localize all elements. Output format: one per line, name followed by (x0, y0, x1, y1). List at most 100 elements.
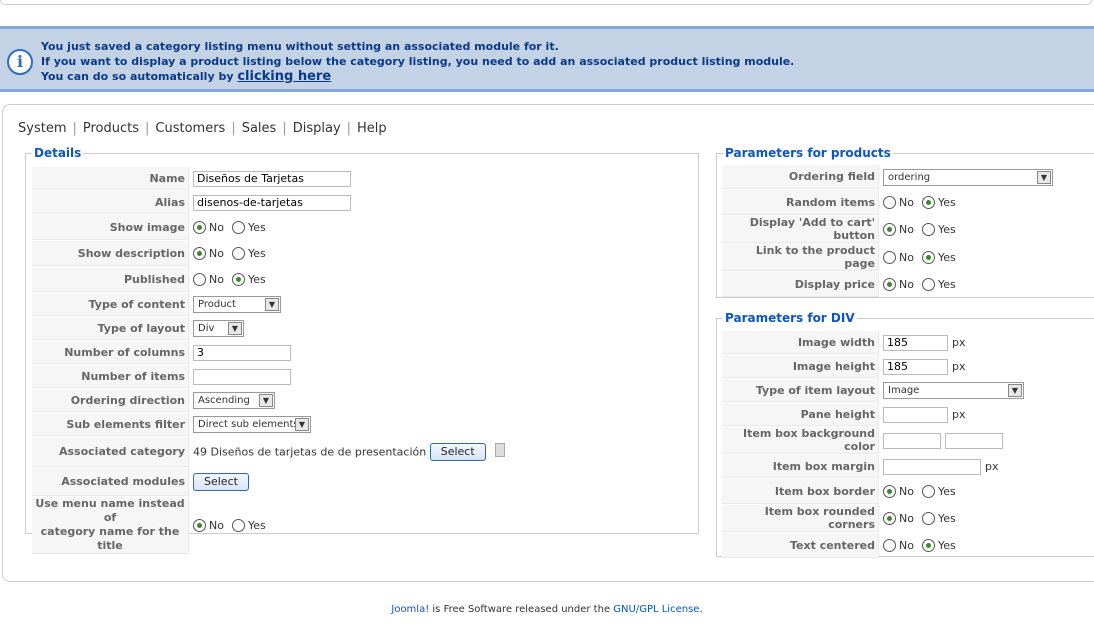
name-input[interactable] (193, 170, 351, 187)
ordering-dir-select[interactable]: Ascending ▼ (193, 392, 275, 409)
chevron-down-icon: ▼ (295, 418, 309, 431)
radio-label: No (899, 485, 914, 499)
item-layout-label: Type of item layout (722, 379, 879, 402)
px-unit: px (952, 359, 966, 373)
type-content-select[interactable]: Product ▼ (193, 296, 281, 313)
radio-label: No (899, 196, 914, 210)
text-centered-label: Text centered (722, 533, 879, 558)
text-centered-no-radio[interactable] (883, 539, 896, 553)
bg-color-input-1[interactable] (883, 432, 941, 449)
ordering-field-select[interactable]: ordering ▼ (883, 168, 1053, 186)
show-image-no-radio[interactable] (193, 221, 206, 235)
box-margin-label: Item box margin (722, 455, 879, 478)
tab-display[interactable]: Display (293, 121, 341, 136)
menu-name-no-radio[interactable] (193, 519, 206, 533)
type-content-label: Type of content (32, 293, 189, 316)
box-margin-input[interactable] (883, 458, 981, 475)
image-height-input[interactable] (883, 358, 948, 375)
radio-label: Yes (247, 247, 266, 261)
products-table: Ordering field ordering ▼ Random items No… (721, 164, 1093, 298)
select-value: Image (888, 385, 920, 396)
bg-color-label: Item box background color (722, 427, 879, 454)
link-product-label: Link to the product page (722, 244, 879, 271)
image-width-input[interactable] (883, 334, 948, 351)
published-yes-radio[interactable] (231, 273, 245, 287)
pane-height-label: Pane height (722, 403, 879, 426)
details-table: Name Alias Show image No Yes Show descrip… (31, 166, 696, 555)
chevron-down-icon: ▼ (228, 322, 242, 335)
products-legend: Parameters for products (725, 146, 891, 160)
display-price-no-radio[interactable] (883, 278, 896, 292)
menu-name-yes-radio[interactable] (231, 519, 245, 533)
add-to-cart-yes-radio[interactable] (921, 223, 935, 237)
px-unit: px (952, 335, 966, 349)
display-price-label: Display price (722, 272, 879, 297)
radio-label: Yes (937, 196, 956, 210)
footer-end: . (699, 604, 703, 615)
radio-label: Yes (937, 539, 956, 553)
random-items-yes-radio[interactable] (921, 196, 935, 210)
bg-color-input-2[interactable] (944, 432, 1003, 449)
text-centered-yes-radio[interactable] (921, 539, 935, 553)
radio-label: Yes (937, 278, 956, 292)
menu-name-label: Use menu name instead of category name fo… (32, 497, 189, 554)
license-link[interactable]: GNU/GPL License (613, 604, 699, 615)
div-legend: Parameters for DIV (725, 311, 855, 325)
pane-height-input[interactable] (883, 406, 948, 423)
tab-sales[interactable]: Sales (242, 121, 277, 136)
select-value: Ascending (198, 395, 250, 406)
assoc-category-label: Associated category (32, 437, 189, 467)
published-label: Published (32, 267, 189, 292)
tab-bar: System | Products | Customers | Sales | Display |… (18, 121, 387, 136)
rounded-yes-radio[interactable] (921, 512, 935, 526)
link-product-yes-radio[interactable] (921, 251, 935, 265)
tab-help[interactable]: Help (357, 121, 387, 136)
radio-label: Yes (937, 251, 956, 265)
radio-label: No (209, 273, 224, 287)
radio-label: Yes (937, 223, 956, 237)
assoc-category-select-button[interactable]: Select (429, 443, 486, 461)
assoc-modules-label: Associated modules (32, 468, 189, 496)
joomla-link[interactable]: Joomla! (391, 604, 429, 615)
published-no-radio[interactable] (193, 273, 206, 287)
div-table: Image width px Image height px Type of i… (721, 330, 1093, 559)
radio-label: No (899, 512, 914, 526)
ordering-field-label: Ordering field (722, 165, 879, 189)
clicking-here-link[interactable]: clicking here (237, 69, 331, 84)
show-image-yes-radio[interactable] (231, 221, 245, 235)
num-items-label: Number of items (32, 365, 189, 388)
chevron-down-icon: ▼ (259, 394, 273, 407)
num-items-input[interactable] (193, 368, 291, 385)
item-layout-select[interactable]: Image ▼ (883, 382, 1024, 399)
rounded-no-radio[interactable] (883, 512, 896, 526)
sub-filter-label: Sub elements filter (32, 413, 189, 436)
display-price-yes-radio[interactable] (921, 278, 935, 292)
image-height-label: Image height (722, 355, 879, 378)
num-columns-input[interactable] (193, 344, 291, 361)
tab-customers[interactable]: Customers (155, 121, 225, 136)
alias-label: Alias (32, 191, 189, 214)
sub-filter-select[interactable]: Direct sub elements ▼ (193, 416, 311, 433)
chevron-down-icon: ▼ (1008, 384, 1022, 397)
show-description-no-radio[interactable] (193, 247, 206, 261)
trash-icon[interactable] (495, 443, 506, 457)
box-border-yes-radio[interactable] (921, 485, 935, 499)
radio-label: No (899, 539, 914, 553)
box-border-no-radio[interactable] (883, 485, 896, 499)
radio-label: Yes (937, 512, 956, 526)
add-to-cart-no-radio[interactable] (883, 223, 896, 237)
footer: Joomla! is Free Software released under … (0, 604, 1094, 615)
details-legend: Details (34, 146, 82, 160)
assoc-modules-select-button[interactable]: Select (193, 473, 249, 491)
link-product-no-radio[interactable] (883, 251, 896, 265)
tab-products[interactable]: Products (83, 121, 139, 136)
menu-name-label-line-2: category name for the title (40, 525, 180, 552)
type-layout-select[interactable]: Div ▼ (193, 320, 244, 337)
top-bar (0, 0, 1092, 5)
random-items-no-radio[interactable] (883, 196, 896, 210)
notice-line-2: If you want to display a product listing… (41, 55, 795, 68)
show-description-yes-radio[interactable] (231, 247, 245, 261)
radio-label: No (899, 223, 914, 237)
alias-input[interactable] (193, 194, 351, 211)
tab-system[interactable]: System (18, 121, 66, 136)
